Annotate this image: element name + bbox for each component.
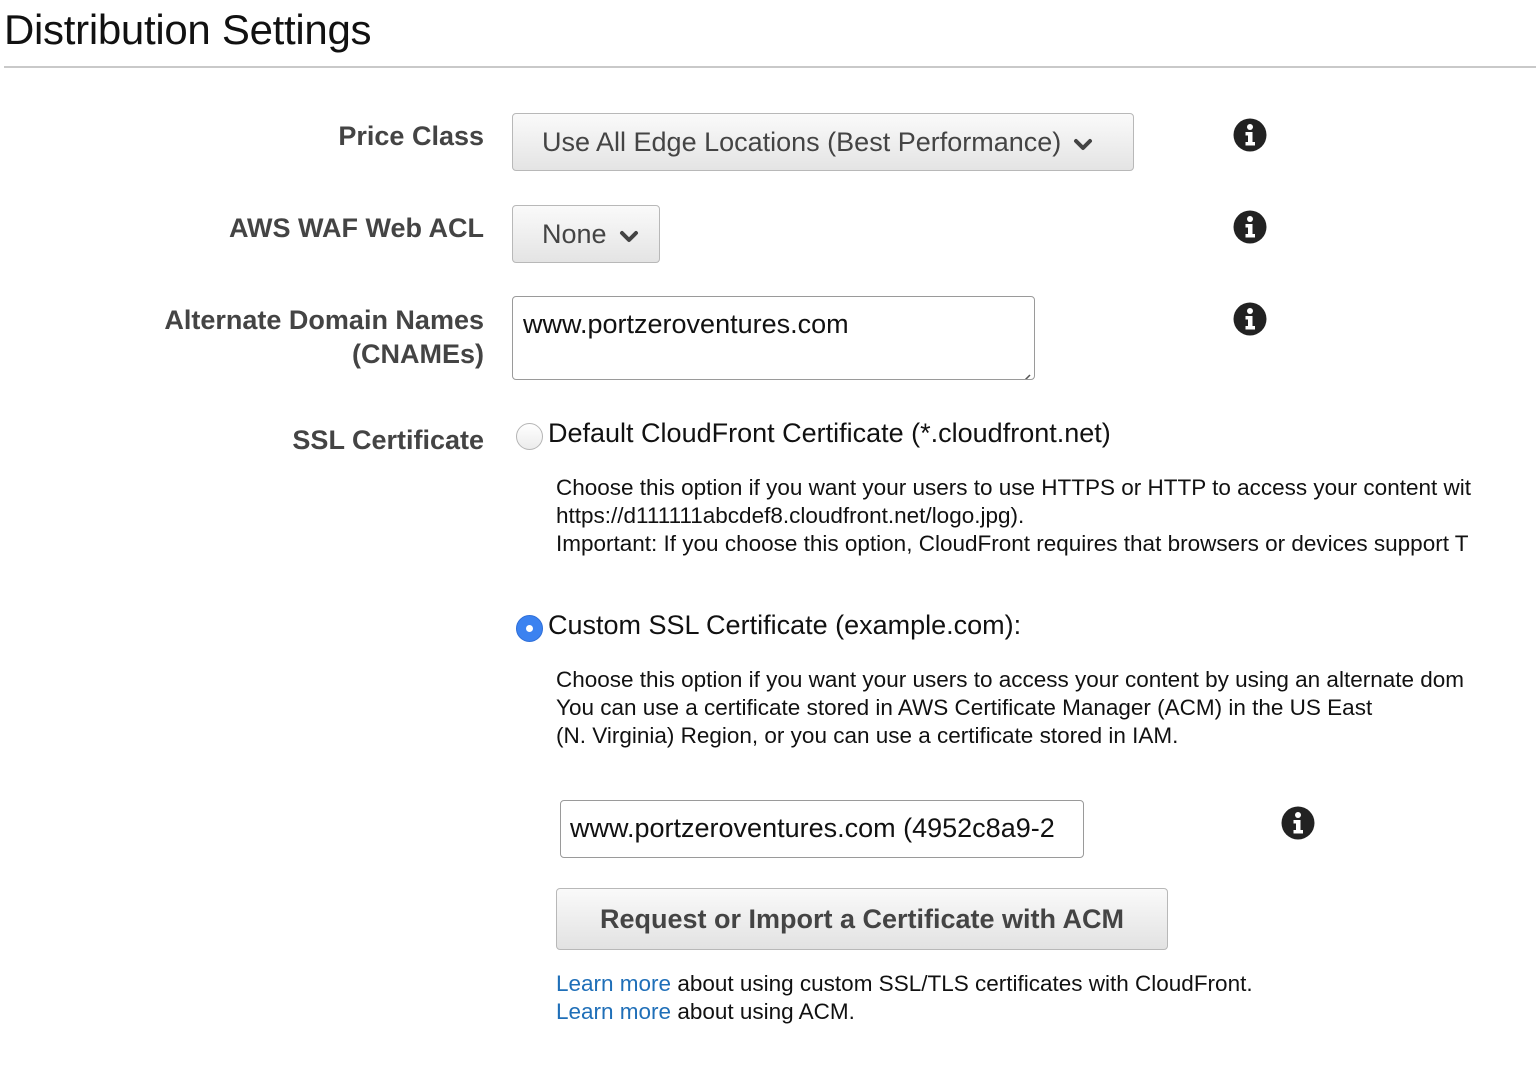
default-cert-description: Choose this option if you want your user… bbox=[556, 474, 1471, 558]
custom-cert-desc-line: (N. Virginia) Region, or you can use a c… bbox=[556, 723, 1179, 748]
ssl-label: SSL Certificate bbox=[292, 425, 484, 455]
title-divider bbox=[4, 66, 1536, 68]
cnames-info-icon[interactable] bbox=[1233, 302, 1267, 336]
learn-more-acm-link[interactable]: Learn more bbox=[556, 999, 671, 1024]
request-import-acm-button[interactable]: Request or Import a Certificate with ACM bbox=[556, 888, 1168, 950]
custom-cert-desc-line: Choose this option if you want your user… bbox=[556, 667, 1465, 692]
certificate-input[interactable]: www.portzeroventures.com (4952c8a9-2 bbox=[560, 800, 1084, 858]
certificate-value: www.portzeroventures.com (4952c8a9-2 bbox=[570, 813, 1055, 843]
learn-more-acm-text: about using ACM. bbox=[671, 999, 855, 1024]
chevron-down-icon bbox=[1073, 138, 1093, 152]
page-title: Distribution Settings bbox=[4, 6, 372, 53]
custom-cert-desc-line: You can use a certificate stored in AWS … bbox=[556, 695, 1373, 720]
default-cert-label[interactable]: Default CloudFront Certificate (*.cloudf… bbox=[548, 418, 1111, 449]
default-cert-desc-line: https://d111111abcdef8.cloudfront.net/lo… bbox=[556, 503, 1025, 528]
learn-more-ssl-link[interactable]: Learn more bbox=[556, 971, 671, 996]
cnames-textarea[interactable]: www.portzeroventures.com bbox=[512, 296, 1035, 380]
custom-cert-radio[interactable] bbox=[516, 615, 543, 642]
custom-cert-label[interactable]: Custom SSL Certificate (example.com): bbox=[548, 610, 1021, 641]
default-cert-desc-line: Choose this option if you want your user… bbox=[556, 475, 1471, 500]
cnames-label-line1: Alternate Domain Names bbox=[164, 305, 484, 335]
price-class-select[interactable]: Use All Edge Locations (Best Performance… bbox=[512, 113, 1134, 171]
resize-grip-icon[interactable] bbox=[1017, 362, 1031, 379]
certificate-info-icon[interactable] bbox=[1281, 806, 1315, 840]
price-class-label: Price Class bbox=[338, 121, 484, 151]
learn-more-ssl-line: Learn more about using custom SSL/TLS ce… bbox=[556, 970, 1253, 998]
cnames-label-line2: (CNAMEs) bbox=[352, 339, 484, 369]
learn-more-ssl-text: about using custom SSL/TLS certificates … bbox=[671, 971, 1253, 996]
default-cert-radio[interactable] bbox=[516, 423, 543, 450]
custom-cert-description: Choose this option if you want your user… bbox=[556, 666, 1464, 750]
learn-more-acm-line: Learn more about using ACM. bbox=[556, 998, 855, 1026]
waf-select[interactable]: None bbox=[512, 205, 660, 263]
waf-value: None bbox=[542, 218, 607, 249]
default-cert-desc-line: Important: If you choose this option, Cl… bbox=[556, 531, 1469, 556]
cnames-label: Alternate Domain Names (CNAMEs) bbox=[164, 303, 484, 371]
waf-info-icon[interactable] bbox=[1233, 210, 1267, 244]
cnames-value: www.portzeroventures.com bbox=[523, 309, 849, 339]
waf-label: AWS WAF Web ACL bbox=[229, 213, 484, 243]
price-class-value: Use All Edge Locations (Best Performance… bbox=[542, 126, 1062, 157]
price-class-info-icon[interactable] bbox=[1233, 118, 1267, 152]
chevron-down-icon bbox=[619, 230, 639, 244]
